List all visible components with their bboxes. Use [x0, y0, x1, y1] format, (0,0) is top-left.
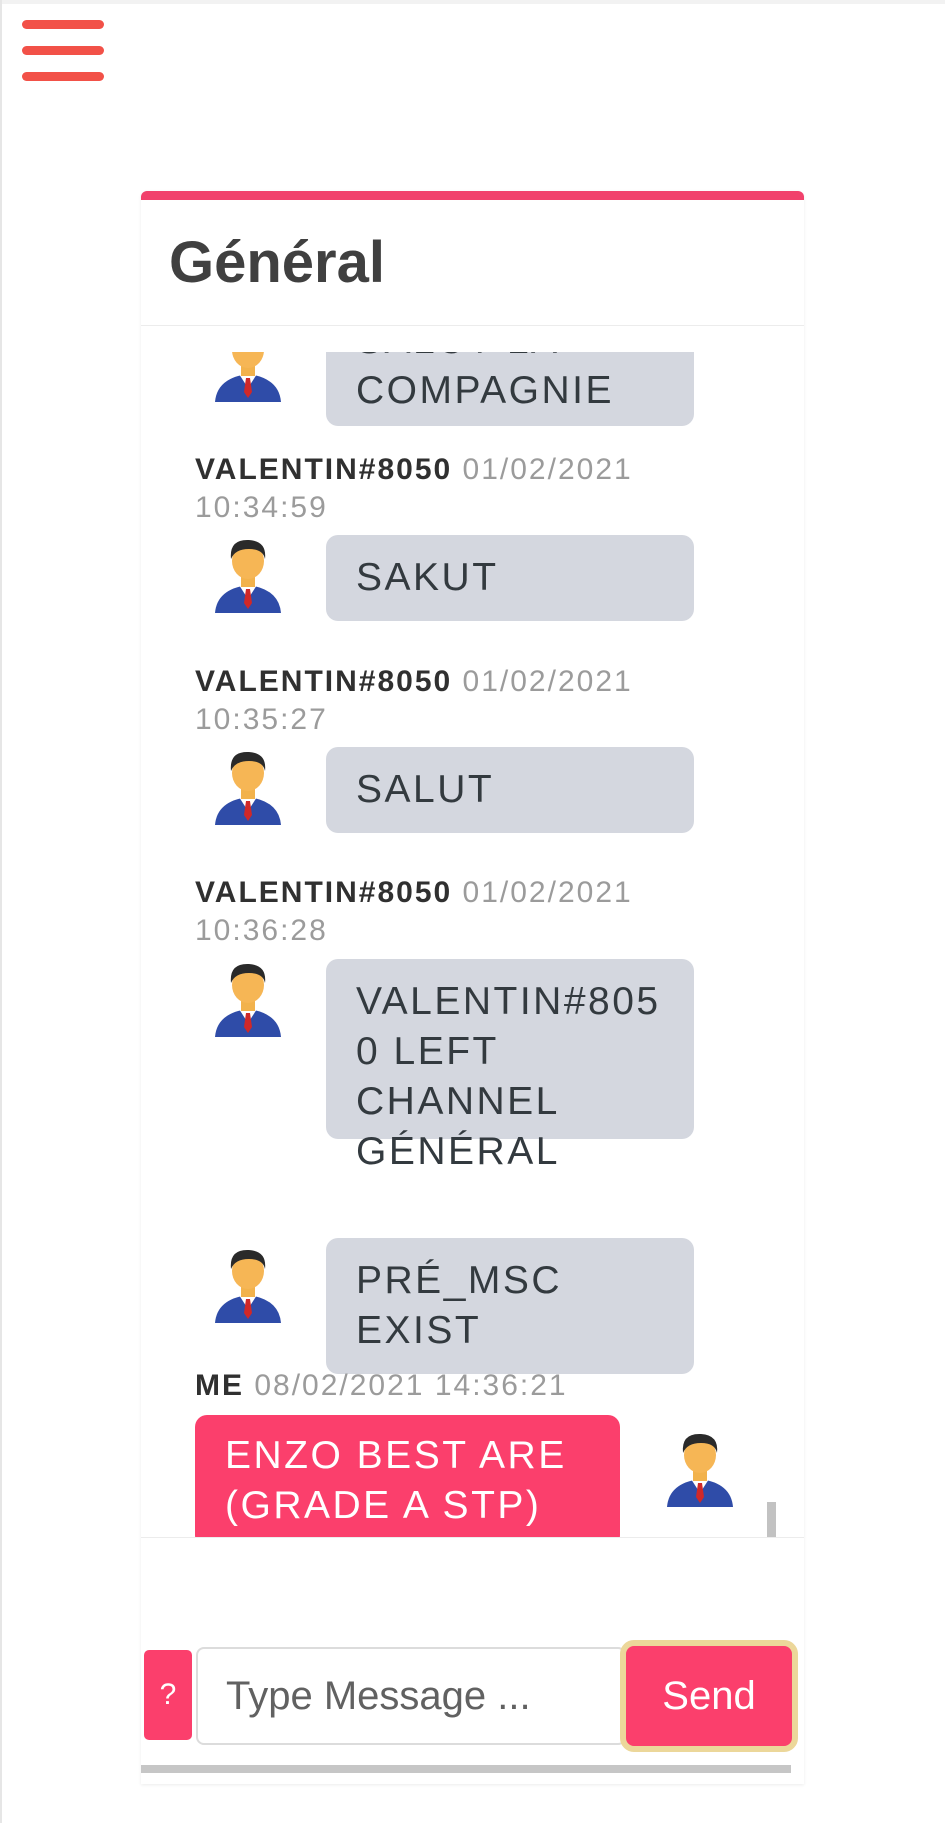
message-author: VALENTIN#8050	[195, 453, 453, 486]
user-avatar-icon	[667, 1433, 733, 1507]
message-meta: VALENTIN#8050 01/02/2021 10:36:28	[195, 874, 735, 950]
chat-header: Général	[141, 200, 804, 326]
message-author: ME	[195, 1369, 244, 1402]
message-bubble: VALENTIN#8050 LEFT CHANNEL GÉNÉRAL	[326, 959, 694, 1173]
menu-bar	[22, 20, 104, 29]
message-list-scrollbar[interactable]	[767, 1502, 776, 1537]
message-list[interactable]: Salut la compagnie VALENTIN#8050 01/02/2…	[141, 352, 804, 1538]
menu-bar	[22, 72, 104, 81]
user-avatar-icon	[215, 1249, 281, 1323]
message-bubble: Salut la compagnie	[326, 352, 694, 426]
message-meta: VALENTIN#8050 01/02/2021 10:35:27	[195, 663, 735, 739]
user-avatar-icon	[215, 963, 281, 1037]
user-avatar-icon	[215, 539, 281, 613]
channel-title: Général	[169, 230, 385, 295]
message-composer: ? Send	[141, 1625, 804, 1775]
left-edge	[0, 0, 2, 1823]
user-avatar-icon	[215, 751, 281, 825]
message-author: VALENTIN#8050	[195, 876, 453, 909]
message-author: VALENTIN#8050	[195, 665, 453, 698]
message-bubble: SAKUT	[326, 535, 694, 621]
message-bubble: PRÉ_MSC EXIST	[326, 1238, 694, 1374]
message-input[interactable]	[196, 1647, 626, 1745]
message-meta: ME 08/02/2021 14:36:21	[195, 1367, 735, 1405]
help-button[interactable]: ?	[144, 1650, 192, 1740]
hamburger-menu-icon[interactable]	[22, 20, 104, 86]
send-button[interactable]: Send	[620, 1640, 798, 1752]
composer-divider	[141, 1765, 791, 1773]
top-edge	[0, 0, 945, 4]
chat-card: Général Salut la compagnie VALENTIN#8050…	[141, 191, 804, 1784]
message-bubble: SALUT	[326, 747, 694, 833]
message-timestamp: 08/02/2021 14:36:21	[254, 1369, 568, 1402]
menu-bar	[22, 46, 104, 55]
user-avatar-icon	[215, 352, 281, 402]
message-bubble-own: ENZO BEST ARE (GRADE A STP)	[195, 1415, 620, 1537]
message-meta: VALENTIN#8050 01/02/2021 10:34:59	[195, 451, 735, 527]
